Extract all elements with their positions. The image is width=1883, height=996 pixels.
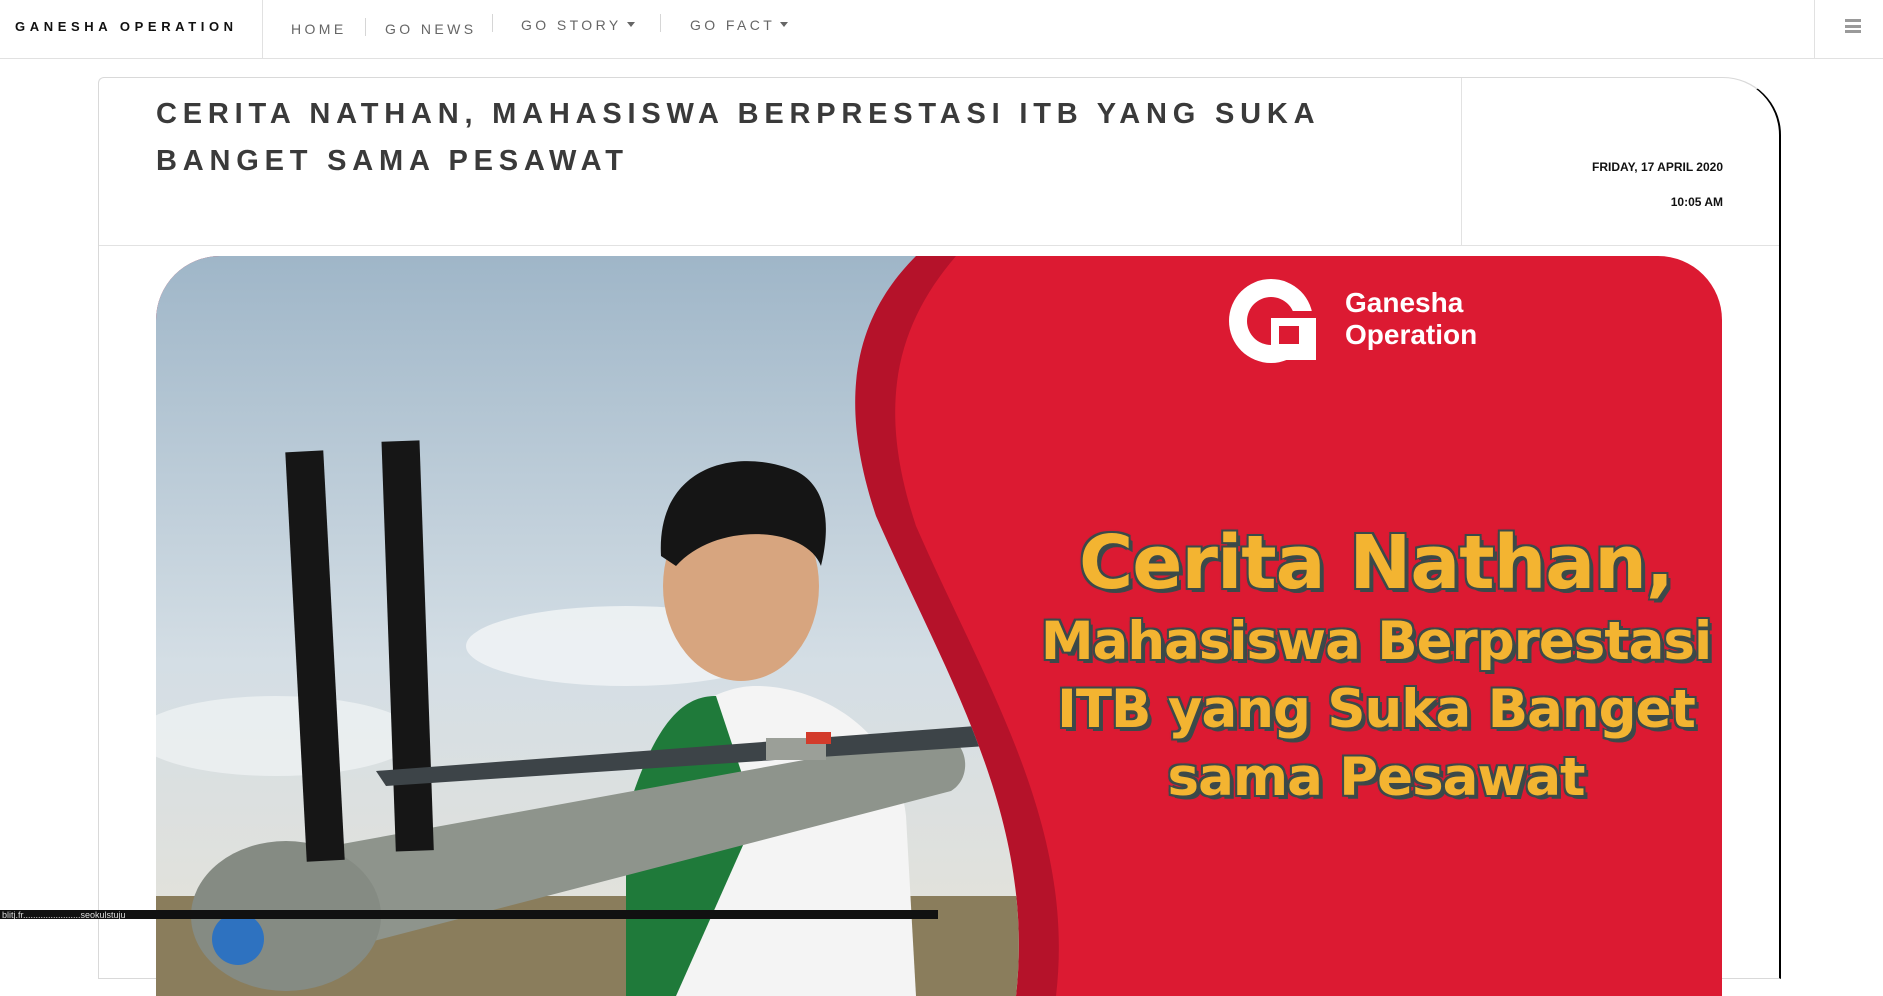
article-date: FRIDAY, 17 APRIL 2020	[1592, 160, 1723, 174]
menu-divider	[1814, 0, 1815, 58]
ganesha-logo-icon	[1229, 279, 1316, 363]
article-card: CERITA NATHAN, MAHASISWA BERPRESTASI ITB…	[98, 77, 1781, 996]
nav-go-story-label: GO STORY	[521, 17, 622, 33]
headline-line-1: Cerita Nathan,	[1078, 520, 1674, 606]
logo-line-2: Operation	[1345, 319, 1478, 350]
article-title: CERITA NATHAN, MAHASISWA BERPRESTASI ITB…	[156, 98, 1320, 177]
nav-go-fact[interactable]: GO FACT	[690, 17, 789, 33]
nav-go-story[interactable]: GO STORY	[521, 17, 635, 33]
headline-line-3: ITB yang Suka Banget	[1057, 679, 1696, 740]
headline-line-2: Mahasiswa Berprestasi	[1040, 611, 1712, 672]
article-time: 10:05 AM	[1670, 195, 1723, 209]
top-navbar: GANESHA OPERATION HOME GO NEWS GO STORY …	[0, 0, 1883, 59]
nav-separator	[492, 14, 493, 32]
hero-logo-text: Ganesha Operation	[1345, 287, 1477, 351]
brand-divider	[262, 0, 263, 58]
hero-headline: Cerita Nathan, Mahasiswa Berprestasi ITB…	[1016, 518, 1722, 812]
caret-down-icon	[626, 21, 635, 27]
site-brand[interactable]: GANESHA OPERATION	[15, 19, 238, 34]
headline-line-4: sama Pesawat	[1167, 747, 1586, 808]
caret-down-icon	[780, 21, 789, 27]
nav-separator	[660, 14, 661, 32]
header-divider	[1461, 78, 1462, 245]
logo-line-1: Ganesha	[1345, 287, 1464, 318]
nav-home[interactable]: HOME	[291, 21, 347, 37]
browser-status-bar: blitj.fr.......................seokulstu…	[0, 910, 938, 919]
nav-separator	[365, 18, 366, 36]
hamburger-icon[interactable]	[1845, 19, 1861, 33]
header-bottom-divider	[99, 245, 1779, 246]
hero-image: Ganesha Operation Cerita Nathan, Mahasis…	[156, 256, 1722, 996]
nav-go-fact-label: GO FACT	[690, 17, 776, 33]
nav-go-news[interactable]: GO NEWS	[385, 21, 476, 37]
